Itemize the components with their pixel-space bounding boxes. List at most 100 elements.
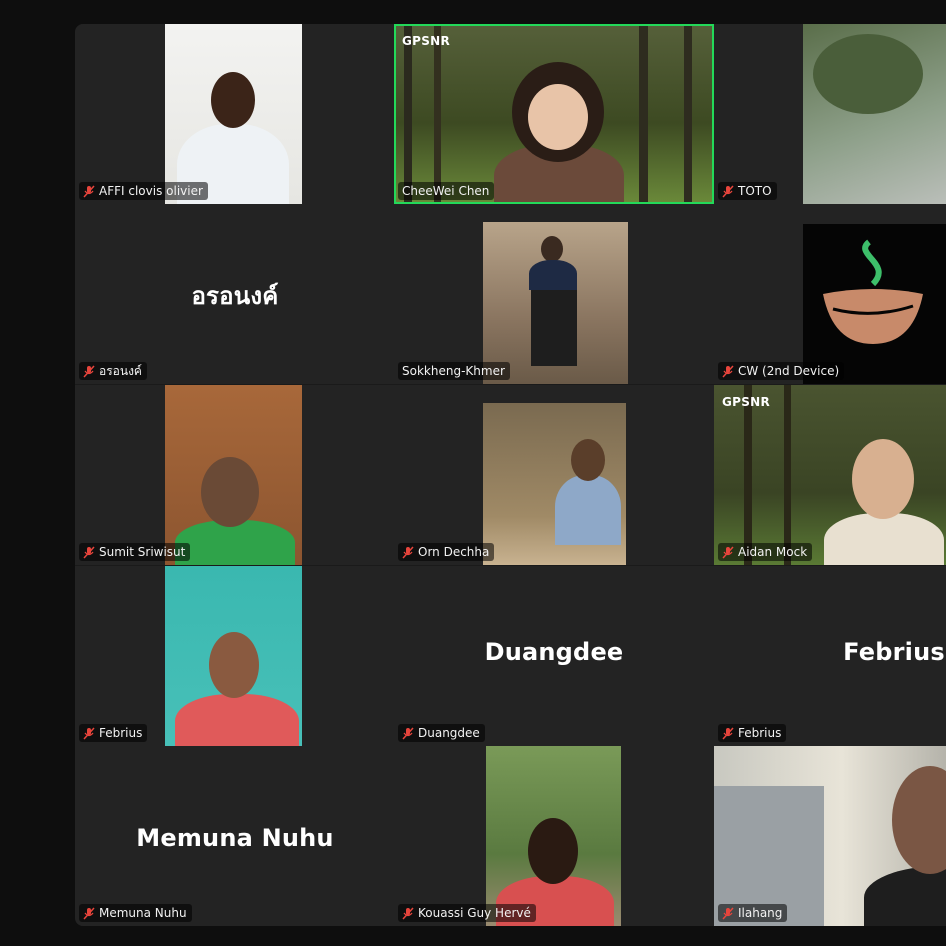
participant-tile[interactable]: อรอนงค์ อรอนงค์ bbox=[75, 204, 395, 384]
video-gallery: AFFI clovis olivier GPSNR CheeWei Chen T… bbox=[75, 24, 946, 926]
person-head bbox=[211, 72, 255, 128]
participant-tile[interactable]: TOTO bbox=[714, 24, 946, 204]
tree-trunk bbox=[684, 24, 692, 204]
microphone-muted-icon bbox=[722, 726, 734, 740]
participant-nametag: AFFI clovis olivier bbox=[79, 182, 208, 200]
podium bbox=[531, 286, 577, 366]
participant-video bbox=[165, 24, 302, 204]
person-head bbox=[528, 818, 578, 884]
participant-name: Kouassi Guy Hervé bbox=[418, 906, 531, 920]
participant-tile[interactable]: Febrius bbox=[75, 566, 395, 746]
participant-name: Memuna Nuhu bbox=[99, 906, 187, 920]
participant-nametag: TOTO bbox=[718, 182, 777, 200]
participant-nametag: Duangdee bbox=[398, 724, 485, 742]
participant-name: Sumit Sriwisut bbox=[99, 545, 186, 559]
participant-name: Orn Dechha bbox=[418, 545, 490, 559]
participant-nametag: Aidan Mock bbox=[718, 543, 813, 561]
tree-trunk bbox=[639, 24, 648, 204]
participant-tile[interactable]: Ilahang bbox=[714, 746, 946, 926]
cup-logo bbox=[823, 239, 923, 344]
participant-video bbox=[486, 746, 621, 926]
participant-nametag: Kouassi Guy Hervé bbox=[398, 904, 536, 922]
participant-name: TOTO bbox=[738, 184, 772, 198]
person-head bbox=[528, 84, 588, 150]
microphone-muted-icon bbox=[722, 906, 734, 920]
participant-name: CheeWei Chen bbox=[402, 184, 490, 198]
microphone-muted-icon bbox=[83, 184, 95, 198]
microphone-muted-icon bbox=[722, 545, 734, 559]
microphone-muted-icon bbox=[402, 726, 414, 740]
participant-video bbox=[483, 222, 628, 384]
gpsnr-logo: GPSNR bbox=[402, 34, 451, 48]
participant-name: Ilahang bbox=[738, 906, 783, 920]
person-head bbox=[571, 439, 605, 481]
participant-tile[interactable]: Duangdee Duangdee bbox=[394, 566, 714, 746]
participant-name: Febrius bbox=[99, 726, 143, 740]
tree-trunk bbox=[434, 24, 441, 204]
participant-tile[interactable]: Sokkheng-Khmer bbox=[394, 204, 714, 384]
microphone-muted-icon bbox=[83, 545, 95, 559]
participant-nametag: Ilahang bbox=[718, 904, 788, 922]
person-body bbox=[824, 513, 944, 565]
participant-nametag: CW (2nd Device) bbox=[718, 362, 845, 380]
participant-name: Sokkheng-Khmer bbox=[402, 364, 505, 378]
participant-name: Febrius bbox=[738, 726, 782, 740]
participant-tile[interactable]: Febrius Febrius bbox=[714, 566, 946, 746]
tree-trunk bbox=[404, 24, 412, 204]
participant-name: AFFI clovis olivier bbox=[99, 184, 203, 198]
person-body bbox=[864, 866, 946, 926]
participant-tile-active-speaker[interactable]: GPSNR CheeWei Chen bbox=[394, 24, 714, 204]
tree-trunk bbox=[744, 385, 752, 565]
participant-nametag: Memuna Nuhu bbox=[79, 904, 192, 922]
person-body bbox=[175, 694, 299, 746]
participant-nametag: CheeWei Chen bbox=[398, 182, 495, 200]
participant-nametag: Febrius bbox=[718, 724, 787, 742]
participant-video bbox=[165, 566, 302, 746]
microphone-muted-icon bbox=[83, 906, 95, 920]
microphone-muted-icon bbox=[402, 906, 414, 920]
participant-nametag: Sokkheng-Khmer bbox=[398, 362, 510, 380]
participant-video: GPSNR bbox=[714, 385, 946, 565]
person-head bbox=[892, 766, 946, 874]
participant-tile[interactable]: Memuna Nuhu Memuna Nuhu bbox=[75, 746, 395, 926]
participant-nametag: Orn Dechha bbox=[398, 543, 495, 561]
participant-tile[interactable]: Sumit Sriwisut bbox=[75, 385, 395, 565]
participant-video: GPSNR bbox=[394, 24, 714, 204]
participant-name: Aidan Mock bbox=[738, 545, 808, 559]
person-body bbox=[555, 475, 621, 545]
person-head bbox=[201, 457, 259, 527]
participant-name: Duangdee bbox=[418, 726, 480, 740]
participant-tile[interactable]: GPSNR Aidan Mock bbox=[714, 385, 946, 565]
participant-video bbox=[803, 24, 946, 204]
participant-nametag: Sumit Sriwisut bbox=[79, 543, 191, 561]
participant-video bbox=[803, 224, 946, 384]
microphone-muted-icon bbox=[83, 726, 95, 740]
person-body bbox=[175, 520, 295, 565]
participant-name: CW (2nd Device) bbox=[738, 364, 840, 378]
participant-display-name: อรอนงค์ bbox=[191, 281, 279, 310]
participant-display-name: Memuna Nuhu bbox=[136, 824, 334, 852]
person-body bbox=[529, 260, 577, 290]
microphone-muted-icon bbox=[722, 364, 734, 378]
participant-tile[interactable]: Orn Dechha bbox=[394, 385, 714, 565]
microphone-muted-icon bbox=[402, 545, 414, 559]
participant-display-name: Febrius bbox=[843, 638, 945, 666]
participant-video bbox=[714, 746, 946, 926]
person-head bbox=[852, 439, 914, 519]
participant-tile[interactable]: Kouassi Guy Hervé bbox=[394, 746, 714, 926]
participant-display-name: Duangdee bbox=[484, 638, 624, 666]
gpsnr-logo: GPSNR bbox=[722, 395, 771, 409]
participant-tile[interactable]: AFFI clovis olivier bbox=[75, 24, 395, 204]
participant-video bbox=[165, 385, 302, 565]
microphone-muted-icon bbox=[722, 184, 734, 198]
participant-tile[interactable]: CW (2nd Device) bbox=[714, 204, 946, 384]
tree-trunk bbox=[784, 385, 791, 565]
participant-name: อรอนงค์ bbox=[99, 363, 142, 378]
person-head bbox=[209, 632, 259, 698]
foliage bbox=[813, 34, 923, 114]
participant-nametag: อรอนงค์ bbox=[79, 362, 147, 380]
microphone-muted-icon bbox=[83, 364, 95, 378]
participant-video bbox=[483, 403, 626, 565]
person-head bbox=[541, 236, 563, 262]
participant-nametag: Febrius bbox=[79, 724, 148, 742]
